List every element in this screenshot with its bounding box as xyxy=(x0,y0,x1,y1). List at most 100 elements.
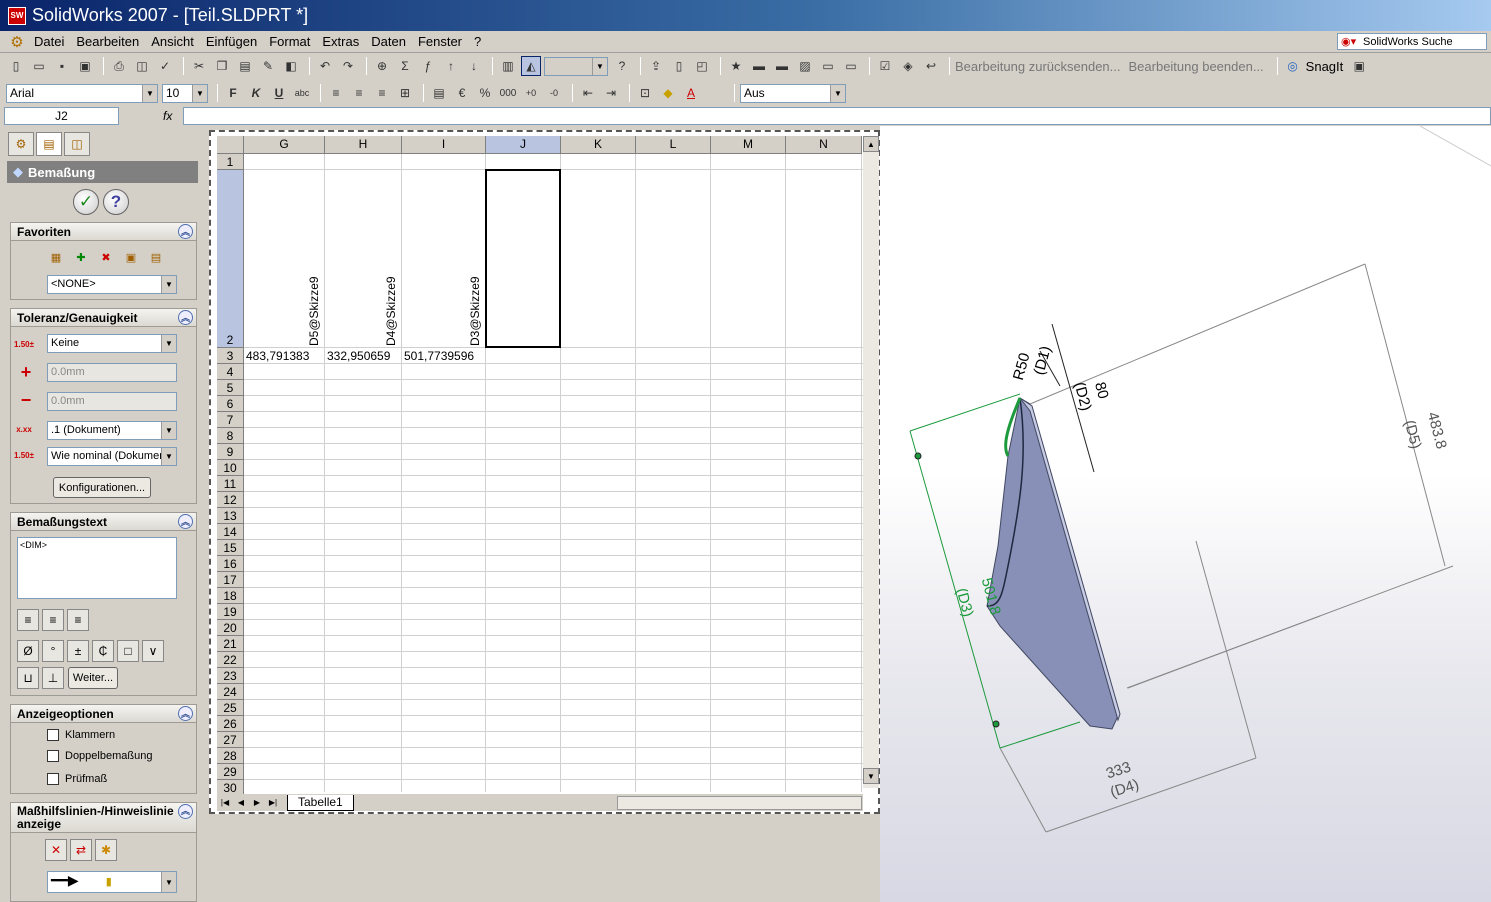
row-header-23[interactable]: 23 xyxy=(217,668,244,684)
research-icon[interactable]: ◧ xyxy=(281,56,301,76)
solidworks-search[interactable]: ◉▾ SolidWorks Suche xyxy=(1337,33,1487,50)
tolerance-header[interactable]: Toleranz/Genauigkeit ︽ xyxy=(11,309,196,327)
align-center-icon[interactable]: ≡ xyxy=(349,83,369,103)
menu-help[interactable]: ? xyxy=(468,34,487,49)
outdent-icon[interactable]: ⇤ xyxy=(578,83,598,103)
column-header-g[interactable]: G xyxy=(244,136,325,154)
dual-dimension-checkbox[interactable]: Doppelbemaßung xyxy=(47,750,152,762)
scroll-up-icon[interactable]: ▲ xyxy=(863,136,879,152)
menu-datei[interactable]: Datei xyxy=(28,34,70,49)
row-header-24[interactable]: 24 xyxy=(217,684,244,700)
snagit-icon[interactable]: ◎ xyxy=(1283,56,1303,76)
depth-icon[interactable]: ⊥ xyxy=(42,667,64,689)
degree-icon[interactable]: ° xyxy=(42,640,64,662)
collapse-icon[interactable]: ︽ xyxy=(178,310,193,325)
window-icon[interactable]: ▭ xyxy=(818,56,838,76)
cell-header-i2[interactable]: D3@Skizze9 xyxy=(468,172,482,346)
scroll-down-icon[interactable]: ▼ xyxy=(863,768,879,784)
arrow-style-select[interactable]: ━━▶ ▮ ▼ xyxy=(47,871,177,893)
compare-icon[interactable]: ◰ xyxy=(692,56,712,76)
save-icon[interactable]: ▪ xyxy=(52,56,72,76)
permission-icon[interactable]: ▣ xyxy=(75,56,95,76)
cell-value-g3[interactable]: 483,791383 xyxy=(246,348,325,364)
track-icon[interactable]: ◈ xyxy=(898,56,918,76)
cell-value-i3[interactable]: 501,7739596 xyxy=(404,348,486,364)
row-header-29[interactable]: 29 xyxy=(217,764,244,780)
graphics-area[interactable]: R50 (D1) 80 (D2) 483.8 (D5) 501.8 (D3) 3… xyxy=(880,126,1491,902)
row-header-17[interactable]: 17 xyxy=(217,572,244,588)
row-header-12[interactable]: 12 xyxy=(217,492,244,508)
dimension-text-area[interactable]: <DIM> xyxy=(17,537,177,599)
percent-button[interactable]: % xyxy=(475,83,495,103)
column-header-l[interactable]: L xyxy=(636,136,711,154)
undo-icon[interactable]: ↶ xyxy=(315,56,335,76)
formula-input[interactable] xyxy=(183,107,1491,125)
align-right-icon[interactable]: ≡ xyxy=(372,83,392,103)
collapse-icon[interactable]: ︽ xyxy=(178,514,193,529)
row-header-19[interactable]: 19 xyxy=(217,604,244,620)
countersink-icon[interactable]: ∨ xyxy=(142,640,164,662)
prev-sheet-icon[interactable]: ◀ xyxy=(233,798,249,807)
row-header-9[interactable]: 9 xyxy=(217,444,244,460)
max-variation-field[interactable]: 0.0mm xyxy=(47,363,177,382)
column-header-h[interactable]: H xyxy=(325,136,402,154)
collapse-icon[interactable]: ︽ xyxy=(178,224,193,239)
cut-icon[interactable]: ✂ xyxy=(189,56,209,76)
print-icon[interactable]: ⎙ xyxy=(109,56,129,76)
menu-daten[interactable]: Daten xyxy=(365,34,412,49)
row-header-5[interactable]: 5 xyxy=(217,380,244,396)
merge-center-icon[interactable]: ⊞ xyxy=(395,83,415,103)
add-favorite-icon[interactable]: ✚ xyxy=(70,246,92,268)
plus-minus-icon[interactable]: ± xyxy=(67,640,89,662)
align-left-icon[interactable]: ≡ xyxy=(17,609,39,631)
menu-extras[interactable]: Extras xyxy=(316,34,365,49)
menu-einfuegen[interactable]: Einfügen xyxy=(200,34,263,49)
active-cell[interactable] xyxy=(485,169,561,348)
row-header-6[interactable]: 6 xyxy=(217,396,244,412)
review-end-button[interactable]: Bearbeitung beenden... xyxy=(1129,59,1264,74)
row-header-21[interactable]: 21 xyxy=(217,636,244,652)
solidworks-logo-icon[interactable]: ⚙ xyxy=(6,33,28,51)
tolerance-type-select[interactable]: Keine ▼ xyxy=(47,334,177,353)
fill-color-icon[interactable]: ◆ xyxy=(658,83,678,103)
select-all-corner[interactable] xyxy=(217,136,244,154)
row-header-28[interactable]: 28 xyxy=(217,748,244,764)
menu-bearbeiten[interactable]: Bearbeiten xyxy=(70,34,145,49)
chart-icon[interactable]: ▥ xyxy=(498,56,518,76)
first-sheet-icon[interactable]: |◀ xyxy=(217,798,233,807)
configurations-button[interactable]: Konfigurationen... xyxy=(53,477,151,498)
row-header-15[interactable]: 15 xyxy=(217,540,244,556)
copy-icon[interactable]: ❐ xyxy=(212,56,232,76)
underline-button[interactable]: U xyxy=(269,83,289,103)
thousands-button[interactable]: 000 xyxy=(498,83,518,103)
snagit-window-icon[interactable]: ▣ xyxy=(1349,56,1369,76)
borders-icon[interactable]: ⊡ xyxy=(635,83,655,103)
fx-icon[interactable]: fx xyxy=(163,109,183,123)
column-header-m[interactable]: M xyxy=(711,136,786,154)
leader-inside-icon[interactable]: ⇄ xyxy=(70,839,92,861)
row-header-7[interactable]: 7 xyxy=(217,412,244,428)
row-header-13[interactable]: 13 xyxy=(217,508,244,524)
help-button[interactable]: ? xyxy=(103,189,129,215)
paste-icon[interactable]: ▤ xyxy=(235,56,255,76)
vertical-scrollbar[interactable]: ▲ ▼ xyxy=(863,136,879,788)
menu-format[interactable]: Format xyxy=(263,34,316,49)
align-right-icon[interactable]: ≡ xyxy=(67,609,89,631)
cell-header-g2[interactable]: D5@Skizze9 xyxy=(307,172,321,346)
decrease-decimal-icon[interactable]: -0 xyxy=(544,83,564,103)
favorites-select[interactable]: <NONE> ▼ xyxy=(47,275,177,294)
row-header-1[interactable]: 1 xyxy=(217,154,244,170)
parentheses-checkbox[interactable]: Klammern xyxy=(47,729,115,741)
ok-button[interactable]: ✓ xyxy=(73,189,99,215)
window2-icon[interactable]: ▭ xyxy=(841,56,861,76)
align-center-icon[interactable]: ≡ xyxy=(42,609,64,631)
inspection-checkbox[interactable]: Prüfmaß xyxy=(47,773,107,785)
bold-button[interactable]: F xyxy=(223,83,243,103)
row-header-3[interactable]: 3 xyxy=(217,348,244,364)
open-icon[interactable]: ▭ xyxy=(29,56,49,76)
row-header-10[interactable]: 10 xyxy=(217,460,244,476)
folder-star-icon[interactable]: ★ xyxy=(726,56,746,76)
row-header-11[interactable]: 11 xyxy=(217,476,244,492)
square-icon[interactable]: □ xyxy=(117,640,139,662)
dimension-text-header[interactable]: Bemaßungstext ︽ xyxy=(11,513,196,531)
